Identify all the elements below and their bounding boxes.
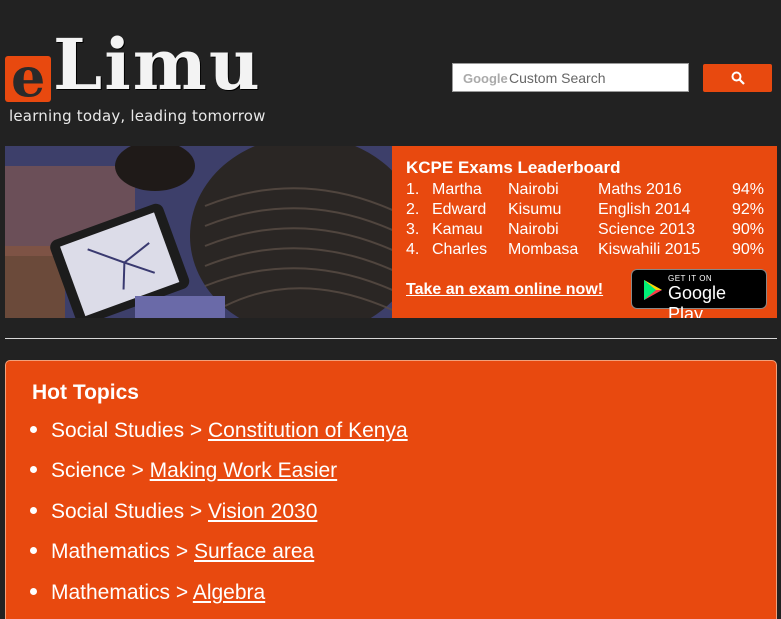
site-logo[interactable]: e Limu learning today, leading tomorrow [5,30,270,130]
topic-separator: > [170,540,194,563]
logo-e-block: e [5,50,51,104]
bullet-icon [30,465,37,473]
leaderboard-name: Martha [432,181,482,198]
topic-subject: Social Studies [51,500,185,523]
list-item: Social Studies > Vision 2030 [24,500,317,524]
leaderboard-banner: KCPE Exams Leaderboard 1. Martha Nairobi… [5,146,777,318]
topic-separator: > [184,419,209,442]
list-item: Mathematics > Algebra [24,581,265,605]
logo-letter: e [11,45,46,109]
banner-photo [5,146,392,318]
leaderboard-name: Kamau [432,221,483,238]
topic-subject: Mathematics [51,581,171,604]
leaderboard-town: Mombasa [508,241,579,258]
leaderboard-score: 92% [732,201,765,218]
leaderboard-rank: 4. [406,241,420,258]
list-item: Social Studies > Constitution of Kenya [24,419,408,443]
leaderboard-town: Nairobi [508,221,559,238]
take-exam-link[interactable]: Take an exam online now! [406,281,603,299]
search-icon [731,71,745,85]
play-triangle-icon [644,280,662,300]
hot-topics-panel: Hot Topics Social Studies > Constitution… [5,360,777,619]
list-item: Mathematics > Surface area [24,540,314,564]
bullet-icon [30,587,37,595]
google-play-badge[interactable]: GET IT ON Google Play [631,269,767,318]
leaderboard-exam: English 2014 [598,201,691,218]
leaderboard-score: 94% [732,181,765,198]
topic-link[interactable]: Making Work Easier [150,459,338,482]
topic-link[interactable]: Constitution of Kenya [208,419,408,442]
topic-link[interactable]: Vision 2030 [208,500,317,523]
leaderboard-rank: 3. [406,221,420,238]
leaderboard-rank: 2. [406,201,420,218]
bullet-icon [30,546,37,554]
leaderboard-exam: Science 2013 [598,221,695,238]
students-tablet-illustration [5,146,392,318]
logo-wordmark: Limu [53,23,262,106]
leaderboard-score: 90% [732,221,765,238]
leaderboard-rank: 1. [406,181,420,198]
leaderboard-title: KCPE Exams Leaderboard [406,158,621,177]
logo-tagline: learning today, leading tomorrow [9,107,266,125]
topic-link[interactable]: Surface area [194,540,314,563]
bullet-icon [30,506,37,514]
divider [5,338,777,339]
leaderboard-exam: Kiswahili 2015 [598,241,701,258]
leaderboard-score: 90% [732,241,765,258]
topic-subject: Social Studies [51,419,185,442]
leaderboard-town: Nairobi [508,181,559,198]
list-item: Science > Making Work Easier [24,459,337,483]
hot-topics-title: Hot Topics [32,381,139,404]
leaderboard-name: Charles [432,241,488,258]
leaderboard-town: Kisumu [508,201,562,218]
topic-separator: > [170,581,193,604]
search-box[interactable]: Google Custom Search [452,63,689,92]
badge-store-name: Google Play [668,283,727,318]
topic-separator: > [184,500,209,523]
leaderboard-name: Edward [432,201,487,218]
badge-small-text: GET IT ON [668,274,713,283]
topic-subject: Science [51,459,126,482]
topic-subject: Mathematics [51,540,171,563]
search-input[interactable] [453,64,688,91]
bullet-icon [30,425,37,433]
leaderboard-exam: Maths 2016 [598,181,682,198]
topic-separator: > [125,459,150,482]
topic-link[interactable]: Algebra [193,581,265,604]
search-button[interactable] [703,64,772,92]
